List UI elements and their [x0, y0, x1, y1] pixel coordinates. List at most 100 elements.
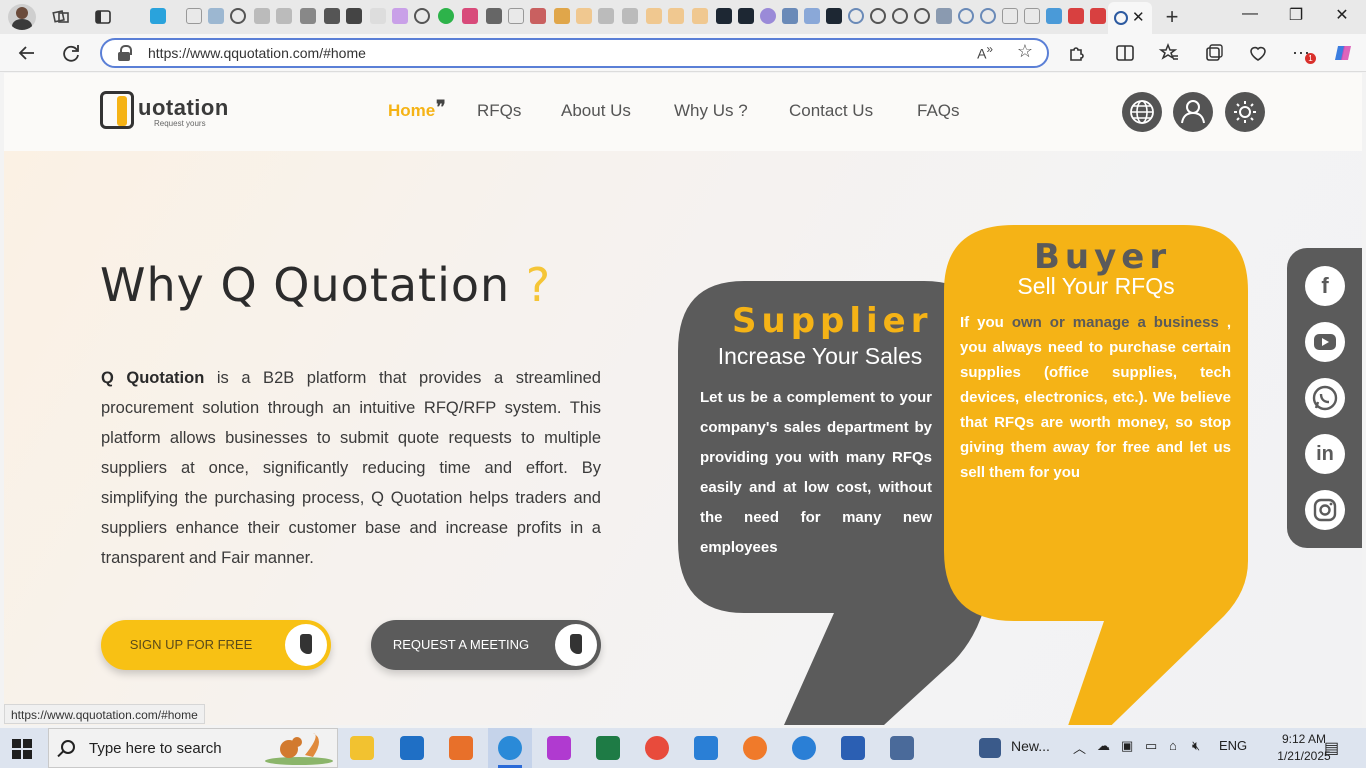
tab-react-icon[interactable] [716, 8, 732, 24]
theme-toggle-button[interactable] [1225, 92, 1265, 132]
show-hidden-icons-icon[interactable]: ︿ [1073, 738, 1086, 757]
tab-page-icon[interactable] [276, 8, 292, 24]
close-tab-icon[interactable]: ✕ [1132, 8, 1145, 26]
tab-page-icon[interactable] [576, 8, 592, 24]
active-tab[interactable]: ✕ [1108, 2, 1152, 34]
tab-page-icon[interactable] [1002, 8, 1018, 24]
profile-avatar[interactable] [8, 4, 36, 30]
favorites-icon[interactable] [1158, 42, 1180, 64]
tab-github-icon[interactable] [230, 8, 246, 24]
news-widget-icon[interactable] [979, 738, 1001, 758]
taskbar-search[interactable]: Type here to search [48, 728, 338, 768]
start-button[interactable] [12, 739, 32, 759]
collections-icon[interactable] [1203, 42, 1225, 64]
tab-page-icon[interactable] [324, 8, 340, 24]
tab-github-icon[interactable] [914, 8, 930, 24]
tab-telegram-icon[interactable] [150, 8, 166, 24]
tab-page-icon[interactable] [254, 8, 270, 24]
favorite-star-icon[interactable]: ☆ [1017, 41, 1033, 62]
tab-page-icon[interactable] [622, 8, 638, 24]
youtube-link[interactable] [1305, 322, 1345, 362]
tab-search-icon[interactable] [958, 8, 974, 24]
tab-vite-icon[interactable] [392, 8, 408, 24]
request-meeting-button[interactable]: REQUEST A MEETING [371, 620, 601, 670]
tab-settings-icon[interactable] [760, 8, 776, 24]
tab-page-icon[interactable] [1046, 8, 1062, 24]
tab-github-icon[interactable] [414, 8, 430, 24]
refresh-icon[interactable] [60, 42, 82, 64]
tab-page-icon[interactable] [936, 8, 952, 24]
linkedin-link[interactable]: in [1305, 434, 1345, 474]
tab-page-icon[interactable] [804, 8, 820, 24]
postman-icon[interactable] [743, 736, 767, 760]
restore-button[interactable]: ❐ [1281, 5, 1311, 25]
volume-muted-icon[interactable]: 🔇︎ [1192, 738, 1200, 754]
tab-page-icon[interactable] [486, 8, 502, 24]
edge-taskbar-active[interactable] [488, 728, 532, 768]
tab-actions-icon[interactable] [94, 8, 112, 26]
postgresql-icon[interactable] [890, 736, 914, 760]
notifications-icon[interactable]: ▤ [1324, 738, 1339, 758]
address-bar[interactable]: https://www.qquotation.com/#home A» ☆ [100, 38, 1049, 68]
battery-icon[interactable]: ▭ [1145, 738, 1157, 754]
tab-code-icon[interactable] [346, 8, 362, 24]
tab-page-icon[interactable] [782, 8, 798, 24]
tab-github-icon[interactable] [892, 8, 908, 24]
account-button[interactable] [1173, 92, 1213, 132]
tab-page-icon[interactable] [646, 8, 662, 24]
word-icon[interactable] [841, 736, 865, 760]
tab-badge-icon[interactable] [438, 8, 454, 24]
tab-react-icon[interactable] [738, 8, 754, 24]
url-text[interactable]: https://www.qquotation.com/#home [148, 45, 366, 61]
outlook-icon[interactable] [400, 736, 424, 760]
tab-page-icon[interactable] [508, 8, 524, 24]
nav-home[interactable]: Home [388, 101, 435, 121]
chrome-icon[interactable] [645, 736, 669, 760]
language-button[interactable] [1122, 92, 1162, 132]
lock-icon[interactable] [118, 45, 132, 61]
tab-search-icon[interactable] [848, 8, 864, 24]
nav-contact[interactable]: Contact Us [789, 101, 873, 121]
signup-button[interactable]: SIGN UP FOR FREE [101, 620, 331, 670]
read-aloud-icon[interactable]: A» [977, 43, 993, 62]
browser-icon[interactable] [792, 736, 816, 760]
instagram-link[interactable] [1305, 490, 1345, 530]
extensions-icon[interactable] [1066, 42, 1088, 64]
nav-rfqs[interactable]: RFQs [477, 101, 521, 121]
vscode-icon[interactable] [694, 736, 718, 760]
tab-video-icon[interactable] [462, 8, 478, 24]
language-indicator[interactable]: ENG [1219, 738, 1247, 753]
tab-page-icon[interactable] [554, 8, 570, 24]
back-arrow-icon[interactable] [16, 42, 38, 64]
browser-essentials-icon[interactable] [1247, 42, 1269, 64]
split-screen-icon[interactable] [1114, 42, 1136, 64]
tab-page-icon[interactable] [1090, 8, 1106, 24]
tab-react-icon[interactable] [826, 8, 842, 24]
tab-page-icon[interactable] [1024, 8, 1040, 24]
file-explorer-icon[interactable] [350, 736, 374, 760]
news-widget-label[interactable]: New... [1011, 738, 1050, 754]
tray-app-icon[interactable]: ▣ [1121, 738, 1133, 754]
network-icon[interactable]: ⌂ [1169, 738, 1177, 753]
tab-page-icon[interactable] [370, 8, 386, 24]
tab-page-icon[interactable] [1068, 8, 1084, 24]
whatsapp-link[interactable] [1305, 378, 1345, 418]
new-tab-button[interactable]: + [1160, 4, 1184, 30]
tab-page-icon[interactable] [668, 8, 684, 24]
tab-pdf-icon[interactable] [530, 8, 546, 24]
tab-page-icon[interactable] [300, 8, 316, 24]
site-logo[interactable]: uotation Request yours [100, 89, 230, 133]
onedrive-icon[interactable]: ☁ [1097, 738, 1110, 754]
phpstorm-icon[interactable] [547, 736, 571, 760]
tab-page-icon[interactable] [598, 8, 614, 24]
xampp-icon[interactable] [449, 736, 473, 760]
nav-about[interactable]: About Us [561, 101, 631, 121]
facebook-link[interactable]: f [1305, 266, 1345, 306]
tab-search-icon[interactable] [980, 8, 996, 24]
excel-icon[interactable] [596, 736, 620, 760]
tab-github-icon[interactable] [870, 8, 886, 24]
nav-faqs[interactable]: FAQs [917, 101, 960, 121]
copilot-icon[interactable] [1332, 42, 1354, 64]
tab-page-icon[interactable] [692, 8, 708, 24]
tab-page-icon[interactable] [186, 8, 202, 24]
